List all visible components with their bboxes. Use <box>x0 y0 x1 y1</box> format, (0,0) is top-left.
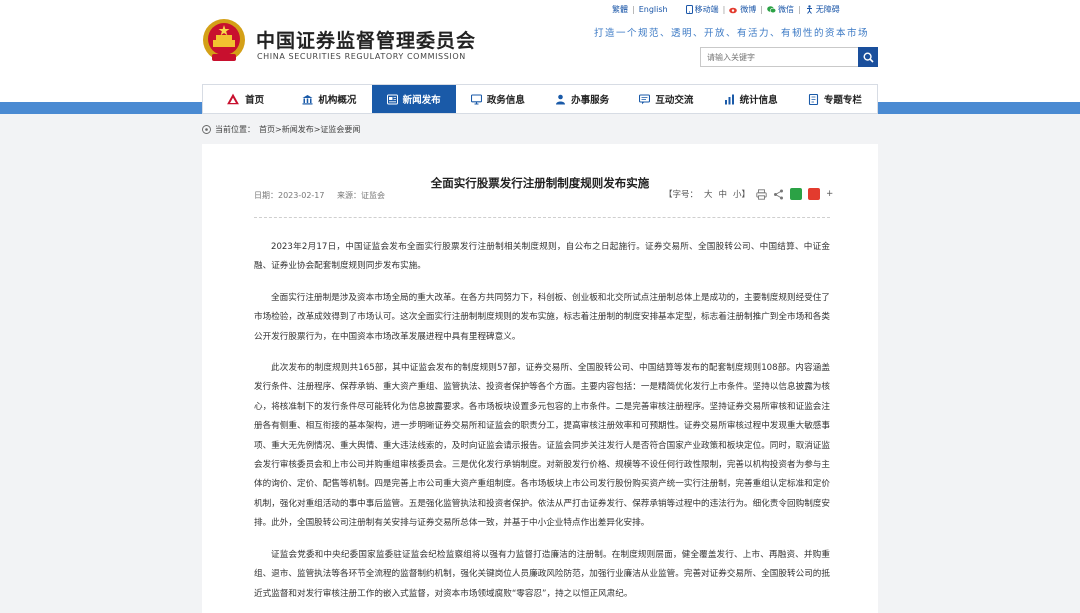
mobile-label: 移动端 <box>695 4 719 15</box>
breadcrumb-prefix: 当前位置： <box>215 124 255 135</box>
home-icon <box>226 93 240 106</box>
chat-icon <box>639 94 650 105</box>
mobile-link[interactable]: 移动端 <box>686 4 719 15</box>
nav-label: 互动交流 <box>655 92 693 106</box>
building-icon <box>302 94 313 105</box>
font-size-small-button[interactable]: 小】 <box>733 188 750 200</box>
nav-label: 办事服务 <box>571 92 609 106</box>
search-box <box>700 47 878 67</box>
article-source: 来源：证监会 <box>337 191 385 200</box>
share-icon[interactable] <box>773 189 784 200</box>
font-size-label: 【字号： <box>664 188 698 200</box>
topic-icon <box>808 94 819 105</box>
more-share-button[interactable]: + <box>826 189 833 199</box>
search-icon <box>863 52 874 63</box>
accessible-link[interactable]: 无障碍 <box>805 4 840 15</box>
article-paragraph: 证监会党委和中央纪委国家监委驻证监会纪检监察组将以强有力监督打造廉洁的注册制。在… <box>254 546 830 604</box>
weibo-label: 微博 <box>740 4 756 15</box>
nav-label: 专题专栏 <box>824 92 862 106</box>
article-paragraph: 2023年2月17日，中国证监会发布全面实行股票发行注册制相关制度规则，自公布之… <box>254 238 830 277</box>
wechat-link[interactable]: 微信 <box>767 4 794 15</box>
breadcrumb: 当前位置： 首页>新闻发布>证监会要闻 <box>202 124 360 135</box>
nav-item-about[interactable]: 机构概况 <box>287 85 371 113</box>
main-nav: 首页 机构概况 新闻发布 政务信息 办事服务 互动交流 统计信息 专题专栏 <box>202 84 878 114</box>
article-paragraph: 全面实行注册制是涉及资本市场全局的重大改革。在各方共同努力下，科创板、创业板和北… <box>254 289 830 347</box>
font-size-medium-button[interactable]: 中 <box>719 188 728 200</box>
traditional-chinese-link[interactable]: 繁體 <box>612 4 628 15</box>
weibo-link[interactable]: 微博 <box>729 4 756 15</box>
search-button[interactable] <box>858 47 878 67</box>
national-emblem-icon[interactable] <box>202 18 246 64</box>
english-link[interactable]: English <box>639 5 668 14</box>
nav-item-news[interactable]: 新闻发布 <box>372 85 456 113</box>
nav-item-statistics[interactable]: 统计信息 <box>709 85 793 113</box>
nav-item-topics[interactable]: 专题专栏 <box>793 85 877 113</box>
monitor-icon <box>471 94 482 105</box>
separator: | <box>632 5 635 14</box>
nav-item-services[interactable]: 办事服务 <box>540 85 624 113</box>
news-icon <box>387 94 398 105</box>
nav-label: 新闻发布 <box>403 92 441 106</box>
nav-item-government-info[interactable]: 政务信息 <box>456 85 540 113</box>
nav-item-home[interactable]: 首页 <box>203 85 287 113</box>
search-input[interactable] <box>700 47 858 67</box>
service-icon <box>555 94 566 105</box>
font-size-large-button[interactable]: 大 <box>704 188 713 200</box>
divider <box>254 217 830 218</box>
article-tools: 【字号： 大 中 小】 + <box>664 188 833 200</box>
weibo-icon <box>729 5 738 14</box>
separator: | <box>760 5 763 14</box>
mobile-icon <box>686 5 693 14</box>
nav-label: 机构概况 <box>318 92 356 106</box>
breadcrumb-path[interactable]: 首页>新闻发布>证监会要闻 <box>259 124 360 135</box>
slogan: 打造一个规范、透明、开放、有活力、有韧性的资本市场 <box>594 25 869 39</box>
nav-label: 政务信息 <box>487 92 525 106</box>
wechat-icon <box>767 5 776 14</box>
site-title-english: CHINA SECURITIES REGULATORY COMMISSION <box>257 52 466 61</box>
top-links: 繁體 | English 移动端 | 微博 | 微信 | 无障碍 <box>612 4 840 15</box>
separator: | <box>723 5 726 14</box>
print-icon[interactable] <box>756 189 767 200</box>
weibo-share-icon[interactable] <box>808 188 820 200</box>
nav-label: 统计信息 <box>740 92 778 106</box>
stats-icon <box>724 94 735 105</box>
location-icon <box>202 125 211 134</box>
nav-label: 首页 <box>245 92 264 106</box>
article-date: 日期：2023-02-17 <box>254 191 325 200</box>
site-title[interactable]: 中国证券监督管理委员会 <box>256 26 476 53</box>
separator: | <box>798 5 801 14</box>
accessible-label: 无障碍 <box>816 4 840 15</box>
wechat-label: 微信 <box>778 4 794 15</box>
article-meta: 日期：2023-02-17 来源：证监会 <box>254 190 395 201</box>
article-panel: 全面实行股票发行注册制制度规则发布实施 日期：2023-02-17 来源：证监会… <box>202 144 878 613</box>
accessibility-icon <box>805 5 814 14</box>
nav-item-interaction[interactable]: 互动交流 <box>624 85 708 113</box>
article-paragraph: 此次发布的制度规则共165部，其中证监会发布的制度规则57部，证券交易所、全国股… <box>254 359 830 534</box>
article-body: 2023年2月17日，中国证监会发布全面实行股票发行注册制相关制度规则，自公布之… <box>254 238 830 613</box>
wechat-share-icon[interactable] <box>790 188 802 200</box>
